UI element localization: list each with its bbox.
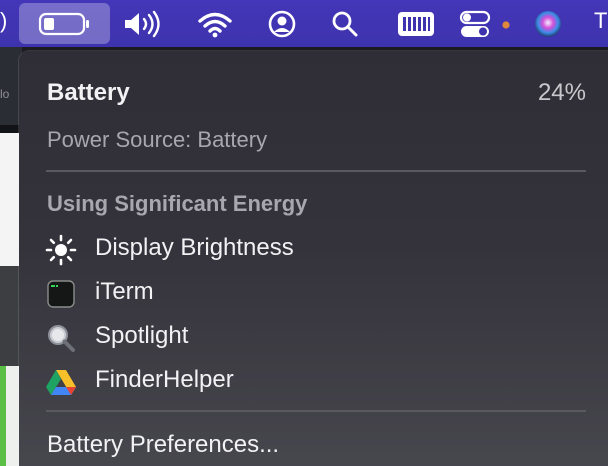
menu-bar: ) T [0,0,608,47]
volume-icon [125,10,160,37]
background-window-text: lo [0,87,10,101]
significant-energy-header: Using Significant Energy [47,191,308,216]
energy-app-display-brightness[interactable]: Display Brightness [45,231,585,267]
wifi-icon [198,12,232,37]
google-drive-icon [46,370,76,395]
battery-menu-title: Battery [47,79,130,106]
app-label: Spotlight [95,322,189,349]
battery-icon [38,12,89,35]
app-label: Display Brightness [95,234,294,261]
app-label: FinderHelper [95,366,234,393]
app-label: iTerm [95,278,154,305]
siri-menu-extra[interactable] [528,0,568,47]
notification-dot [502,20,510,29]
battery-menu-extra[interactable] [19,3,110,44]
siri-icon [535,10,561,37]
keyboard-menu-extra[interactable] [392,0,440,47]
spotlight-menu-extra[interactable] [322,0,368,47]
power-source-label: Power Source: Battery [47,127,268,152]
menu-bar-left-edge-text: ) [0,8,8,33]
menu-bar-right-edge-text: T [594,8,608,33]
battery-menu: Battery 24% Power Source: Battery Using … [19,51,608,466]
battery-percentage: 24% [537,79,586,106]
keyboard-icon [398,11,434,36]
wifi-menu-extra[interactable] [192,0,238,47]
spotlight-search-icon [332,11,358,36]
energy-app-iterm[interactable]: iTerm [45,275,585,311]
control-center-menu-extra[interactable] [455,0,517,47]
sun-icon [45,234,77,266]
energy-app-finderhelper[interactable]: FinderHelper [45,363,585,399]
menu-separator [46,170,586,172]
user-icon [268,10,296,37]
energy-app-spotlight[interactable]: Spotlight [45,319,585,355]
menu-separator [46,410,586,412]
iterm-icon [47,280,75,308]
magnifier-icon [48,325,75,352]
control-center-icon [459,10,510,37]
volume-menu-extra[interactable] [118,0,164,47]
battery-preferences-item[interactable]: Battery Preferences... [47,431,279,459]
user-menu-extra[interactable] [259,0,305,47]
